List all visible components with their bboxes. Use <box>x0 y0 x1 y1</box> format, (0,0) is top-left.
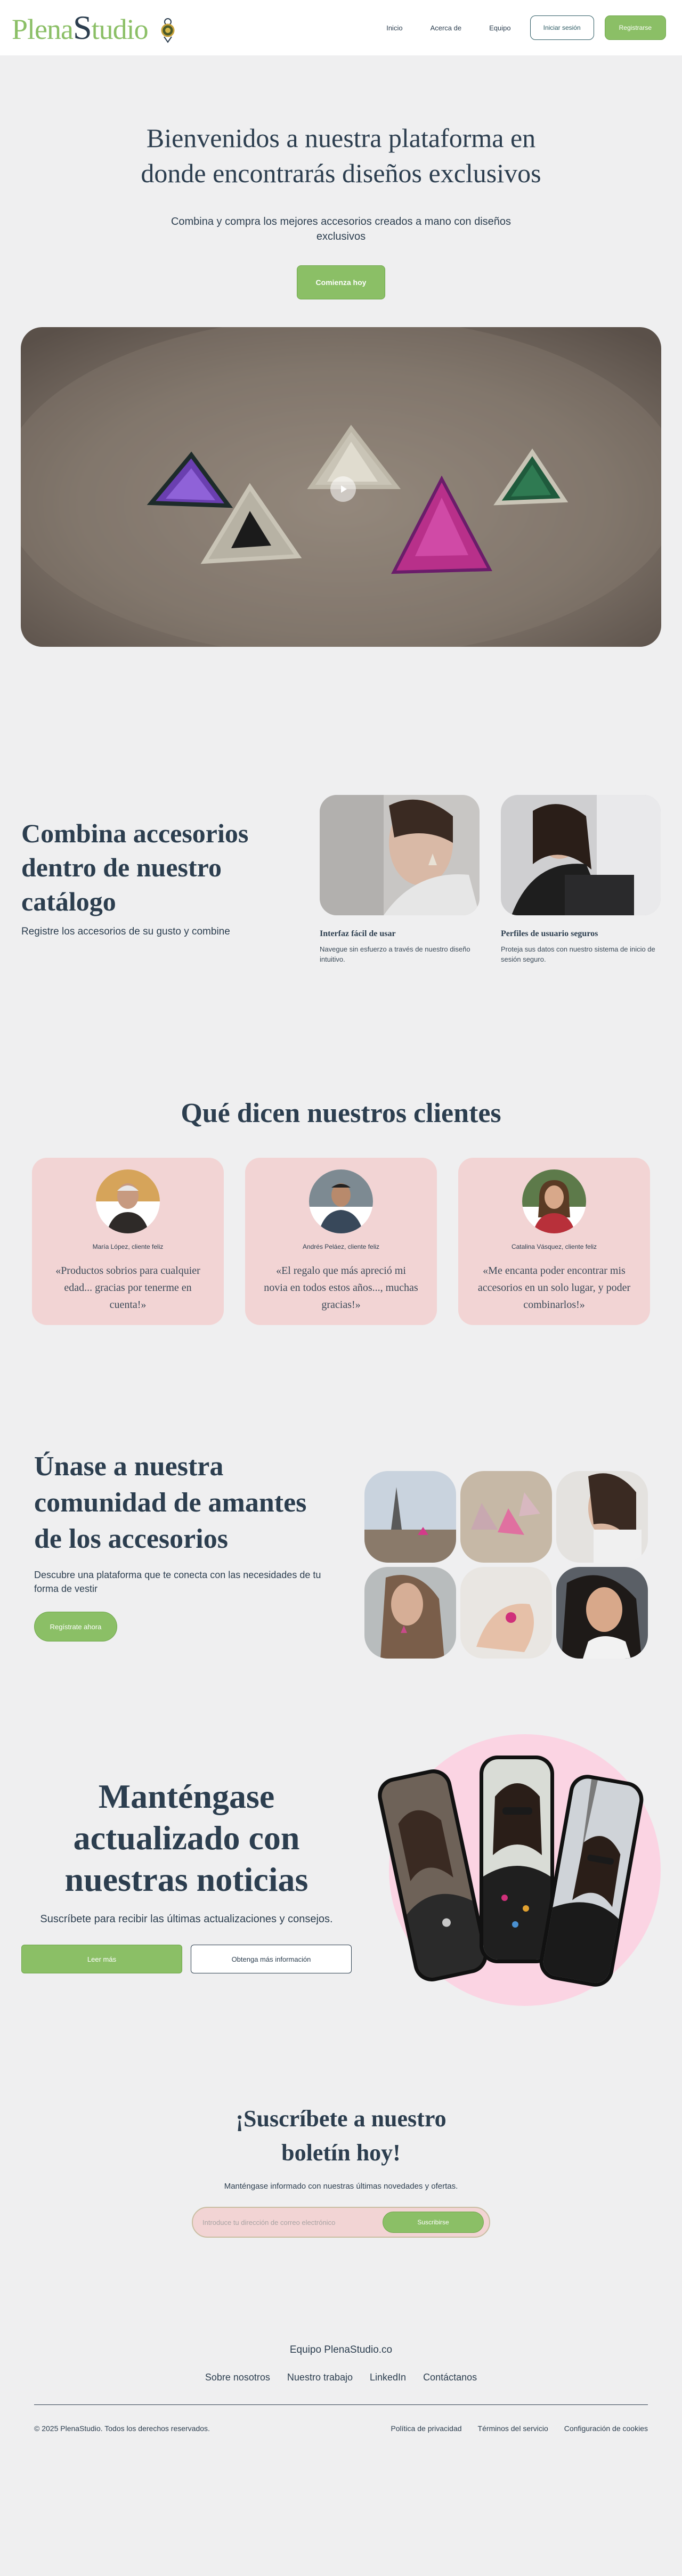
testimonial-quote: «Productos sobrios para cualquier edad..… <box>55 1265 200 1311</box>
gallery-image <box>364 1471 456 1563</box>
testimonial-quote: «El regalo que más apreció mi novia en t… <box>264 1265 418 1311</box>
hero-subtitle: Combina y compra los mejores accesorios … <box>170 216 512 242</box>
footer-brand: Equipo PlenaStudio.co <box>289 2344 393 2355</box>
testimonial-card: María López, cliente feliz «Productos so… <box>32 1158 224 1325</box>
terms-link[interactable]: Términos del servicio <box>478 2424 548 2452</box>
avatar <box>309 1169 373 1233</box>
nav-link-inicio[interactable]: Inicio <box>378 24 411 32</box>
play-button[interactable] <box>330 476 356 502</box>
register-button[interactable]: Registrarse <box>604 15 666 40</box>
brand-logo[interactable]: PlenaStudio <box>12 8 176 47</box>
news-section: Manténgase actualizado con nuestras noti… <box>0 1734 682 2011</box>
feature-image <box>501 795 661 915</box>
features-intro: Combina accesorios dentro de nuestro cat… <box>21 795 298 964</box>
news-actions: Leer más Obtenga más información <box>21 1945 352 1973</box>
feature-cards: Interfaz fácil de usar Navegue sin esfue… <box>320 795 661 964</box>
more-info-button[interactable]: Obtenga más información <box>191 1945 352 1973</box>
footer-divider <box>34 2404 648 2405</box>
testimonials-section: Qué dicen nuestros clientes María López,… <box>0 964 682 1325</box>
avatar <box>96 1169 160 1233</box>
logo-wordmark: PlenaStudio <box>12 9 149 46</box>
feature-text: Proteja sus datos con nuestro sistema de… <box>501 945 655 963</box>
testimonial-card: Catalina Vásquez, cliente feliz «Me enca… <box>458 1158 650 1325</box>
feature-card: Perfiles de usuario seguros Proteja sus … <box>501 795 661 964</box>
copyright: © 2025 PlenaStudio. Todos los derechos r… <box>34 2424 210 2433</box>
nav-link-equipo[interactable]: Equipo <box>481 24 519 32</box>
legal-links: Política de privacidad Términos del serv… <box>391 2424 648 2452</box>
email-field[interactable] <box>202 2218 378 2226</box>
footer-link-contact[interactable]: Contáctanos <box>421 2372 479 2383</box>
read-more-button[interactable]: Leer más <box>21 1945 182 1973</box>
testimonial-author: Catalina Vásquez, cliente feliz <box>511 1243 597 1250</box>
login-button[interactable]: Iniciar sesión <box>530 15 594 40</box>
community-section: Únase a nuestra comunidad de amantes de … <box>0 1325 682 1659</box>
newsletter-form: Suscribirse <box>192 2207 490 2238</box>
testimonials-title: Qué dicen nuestros clientes <box>181 1098 501 1128</box>
feature-text: Navegue sin esfuerzo a través de nuestro… <box>320 945 470 963</box>
features-title: Combina accesorios dentro de nuestro cat… <box>21 818 249 916</box>
gallery-image <box>364 1567 456 1659</box>
footer-bottom: © 2025 PlenaStudio. Todos los derechos r… <box>34 2424 648 2452</box>
news-subtitle: Suscríbete para recibir las últimas actu… <box>40 1913 333 1925</box>
feature-card: Interfaz fácil de usar Navegue sin esfue… <box>320 795 480 964</box>
hero-video[interactable] <box>21 327 661 647</box>
nav-link-acerca[interactable]: Acerca de <box>422 24 470 32</box>
testimonial-card: Andrés Peláez, cliente feliz «El regalo … <box>245 1158 437 1325</box>
gallery-image <box>556 1567 648 1659</box>
community-gallery <box>364 1471 648 1659</box>
top-nav: PlenaStudio Inicio Acerca de Equipo Inic… <box>0 0 682 55</box>
feature-title: Perfiles de usuario seguros <box>501 929 598 938</box>
news-intro: Manténgase actualizado con nuestras noti… <box>21 1776 352 1973</box>
feature-image <box>320 795 480 915</box>
phone-mockup <box>480 1756 554 1963</box>
nav-menu: Inicio Acerca de Equipo Iniciar sesión R… <box>378 15 666 40</box>
community-title: Únase a nuestra comunidad de amantes de … <box>34 1451 307 1554</box>
newsletter-section: ¡Suscríbete a nuestro boletín hoy! Manté… <box>0 2011 682 2238</box>
signup-now-button[interactable]: Regístrate ahora <box>34 1612 117 1642</box>
newsletter-text: Manténgase informado con nuestras última… <box>224 2182 458 2191</box>
features-subtitle: Registre los accesorios de su gusto y co… <box>21 926 230 937</box>
feature-title: Interfaz fácil de usar <box>320 929 396 938</box>
get-started-button[interactable]: Comienza hoy <box>297 265 385 299</box>
logo-badge-icon <box>161 18 175 43</box>
gallery-image <box>460 1471 552 1563</box>
footer-link-linkedin[interactable]: LinkedIn <box>368 2372 408 2383</box>
privacy-link[interactable]: Política de privacidad <box>391 2424 461 2452</box>
play-icon <box>341 485 347 493</box>
avatar <box>522 1169 586 1233</box>
community-text: Descubre una plataforma que te conecta c… <box>34 1570 321 1594</box>
cookies-link[interactable]: Configuración de cookies <box>564 2424 648 2452</box>
footer-link-about[interactable]: Sobre nosotros <box>203 2372 272 2383</box>
footer-link-work[interactable]: Nuestro trabajo <box>285 2372 355 2383</box>
gallery-image <box>556 1471 648 1563</box>
testimonial-list: María López, cliente feliz «Productos so… <box>0 1158 682 1325</box>
newsletter-title: ¡Suscríbete a nuestro boletín hoy! <box>236 2106 446 2166</box>
testimonial-author: María López, cliente feliz <box>92 1243 164 1250</box>
gallery-image <box>460 1567 552 1659</box>
subscribe-button[interactable]: Suscribirse <box>383 2212 484 2233</box>
features-section: Combina accesorios dentro de nuestro cat… <box>0 647 682 964</box>
testimonial-quote: «Me encanta poder encontrar mis accesori… <box>477 1265 631 1311</box>
hero-title: Bienvenidos a nuestra plataforma en dond… <box>141 123 541 188</box>
news-title: Manténgase actualizado con nuestras noti… <box>64 1777 308 1898</box>
site-footer: Equipo PlenaStudio.co Sobre nosotros Nue… <box>0 2238 682 2452</box>
footer-links: Sobre nosotros Nuestro trabajo LinkedIn … <box>0 2372 682 2383</box>
testimonial-author: Andrés Peláez, cliente feliz <box>302 1243 380 1250</box>
hero-section: Bienvenidos a nuestra plataforma en dond… <box>0 55 682 647</box>
community-intro: Únase a nuestra comunidad de amantes de … <box>34 1449 332 1659</box>
